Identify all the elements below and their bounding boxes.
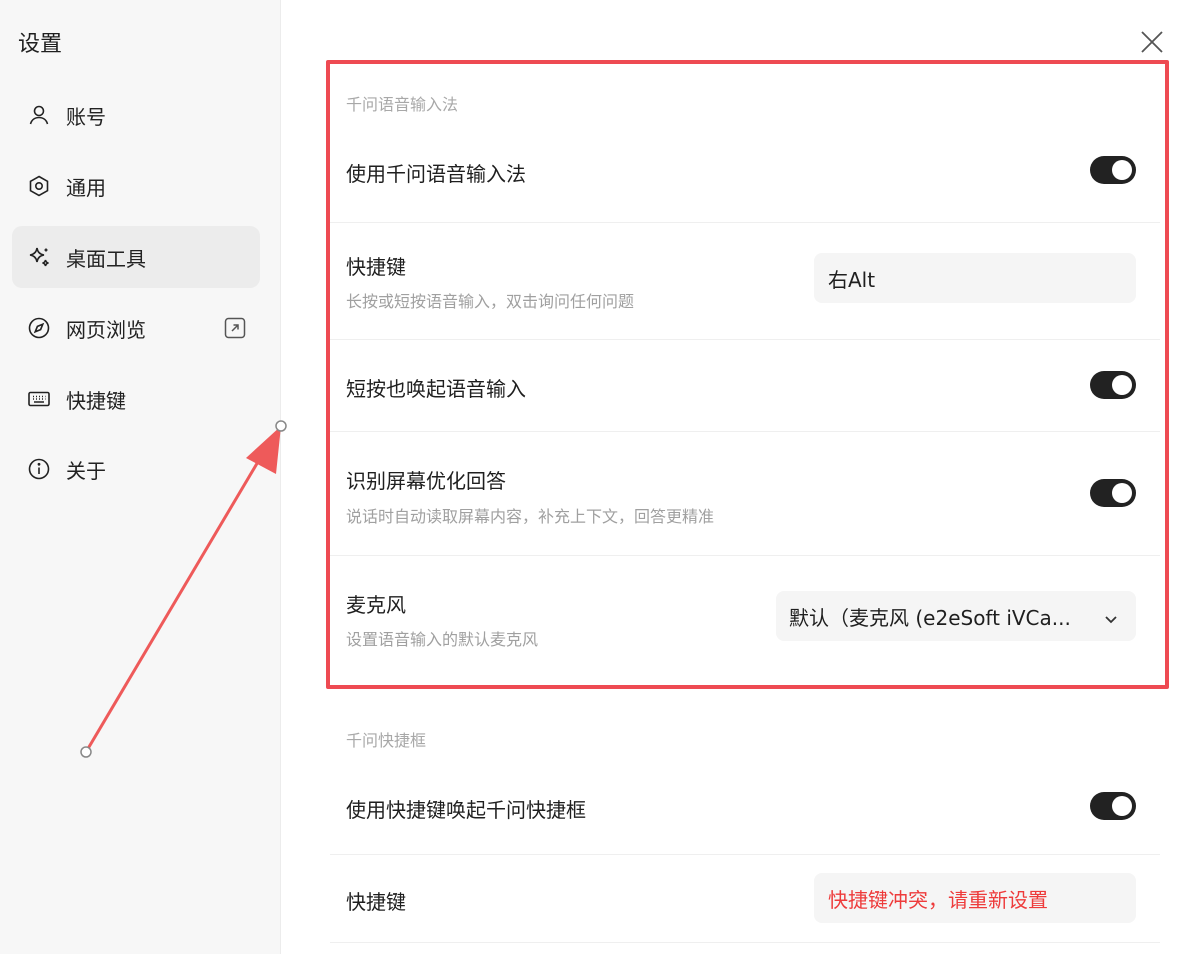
divider: [330, 942, 1160, 943]
toggle-knob: [1112, 160, 1132, 180]
external-link-icon[interactable]: [224, 317, 246, 339]
sidebar-item-desktop-tools[interactable]: 桌面工具: [12, 226, 260, 288]
divider: [330, 431, 1160, 432]
section-label-voice: 千问语音输入法: [346, 95, 459, 114]
divider: [330, 222, 1160, 223]
keyboard-icon: [26, 386, 52, 412]
divider: [330, 555, 1160, 556]
voice-enable-toggle[interactable]: [1090, 156, 1136, 184]
quickbox-hotkey-field[interactable]: 快捷键冲突，请重新设置: [814, 873, 1136, 923]
screen-opt-desc: 说话时自动读取屏幕内容，补充上下文，回答更精准: [346, 507, 715, 526]
short-press-toggle[interactable]: [1090, 371, 1136, 399]
compass-icon: [26, 315, 52, 341]
sidebar-title: 设置: [18, 32, 63, 57]
user-icon: [26, 102, 52, 128]
sidebar-item-account[interactable]: 账号: [12, 84, 260, 146]
sidebar-item-label: 桌面工具: [66, 246, 146, 271]
microphone-title: 麦克风: [346, 593, 406, 617]
sidebar-item-general[interactable]: 通用: [12, 155, 260, 217]
screen-opt-title: 识别屏幕优化回答: [346, 469, 506, 493]
quickbox-enable-toggle[interactable]: [1090, 792, 1136, 820]
voice-hotkey-field[interactable]: 右Alt: [814, 253, 1136, 303]
sidebar: 设置 账号 通用 桌面工具 网页浏览 快捷键 关于: [0, 0, 281, 954]
voice-enable-title: 使用千问语音输入法: [346, 162, 526, 186]
sidebar-item-label: 通用: [66, 175, 106, 200]
toggle-knob: [1112, 796, 1132, 816]
info-icon: [26, 456, 52, 482]
quickbox-enable-title: 使用快捷键唤起千问快捷框: [346, 798, 586, 822]
sidebar-item-about[interactable]: 关于: [12, 438, 260, 500]
chevron-down-icon: [1102, 609, 1120, 627]
quickbox-hotkey-title: 快捷键: [346, 890, 406, 914]
sidebar-item-label: 关于: [66, 458, 106, 483]
close-icon[interactable]: [1140, 30, 1164, 54]
voice-hotkey-title: 快捷键: [346, 255, 406, 279]
section-label-quickbox: 千问快捷框: [346, 731, 427, 750]
microphone-desc: 设置语音输入的默认麦克风: [346, 630, 539, 649]
sparkle-icon: [26, 244, 52, 270]
sidebar-item-web-browse[interactable]: 网页浏览: [12, 297, 260, 359]
sidebar-item-label: 快捷键: [66, 388, 126, 413]
divider: [330, 854, 1160, 855]
sidebar-item-label: 网页浏览: [66, 317, 146, 342]
sidebar-item-shortcuts[interactable]: 快捷键: [12, 368, 260, 430]
divider: [330, 339, 1160, 340]
toggle-knob: [1112, 375, 1132, 395]
microphone-select-value: 默认（麦克风 (e2eSoft iVCa...: [789, 605, 1071, 630]
sidebar-item-label: 账号: [66, 104, 106, 129]
hexagon-settings-icon: [26, 173, 52, 199]
voice-hotkey-desc: 长按或短按语音输入，双击询问任何问题: [346, 292, 635, 311]
screen-opt-toggle[interactable]: [1090, 479, 1136, 507]
microphone-select[interactable]: 默认（麦克风 (e2eSoft iVCa...: [776, 591, 1136, 641]
toggle-knob: [1112, 483, 1132, 503]
short-press-title: 短按也唤起语音输入: [346, 377, 526, 401]
